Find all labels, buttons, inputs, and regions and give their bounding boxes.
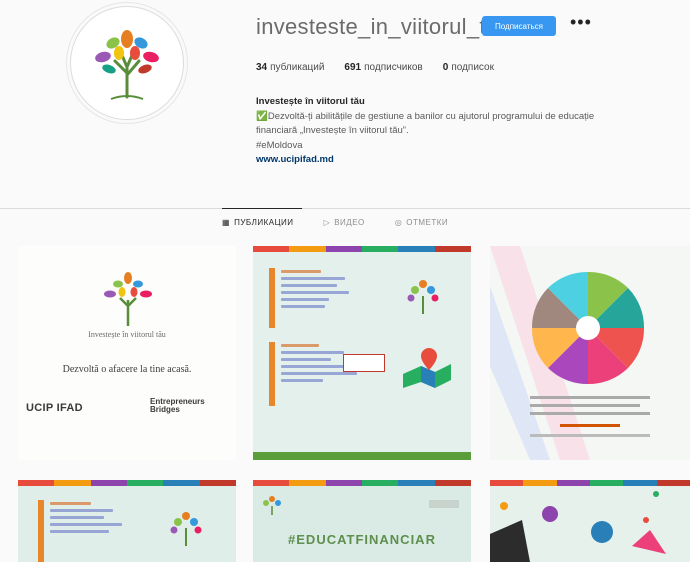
post-tile[interactable]: Investește în viitorul tău Dezvoltă o af…: [18, 246, 236, 460]
post-hashtag: #EDUCATFINANCIAR: [288, 532, 436, 547]
tree-logo-icon: [170, 512, 202, 546]
following-count[interactable]: 0 подписок: [443, 62, 494, 73]
profile-tabs: ▦ ПУБЛИКАЦИИ ▷ ВИДЕО ◎ ОТМЕТКИ: [222, 218, 448, 227]
tab-posts[interactable]: ▦ ПУБЛИКАЦИИ: [222, 218, 294, 227]
ucip-ifad-logo: [429, 500, 459, 508]
profile-avatar[interactable]: [70, 6, 184, 120]
posts-count[interactable]: 34 публикаций: [256, 62, 324, 73]
info-tag: [269, 268, 275, 328]
profile-username: investeste_in_viitorul_tau: [256, 14, 511, 39]
tree-logo-icon: [263, 496, 281, 515]
bio-hashtag[interactable]: #eMoldova: [256, 139, 686, 154]
ucip-ifad-logo: UCIP IFAD: [26, 402, 83, 414]
post-caption-top: Investește în viitorul tău: [88, 330, 166, 339]
tree-logo-icon: [104, 272, 152, 326]
post-tile[interactable]: [490, 480, 690, 562]
info-lines: [50, 502, 140, 537]
bio-line: ✅Dezvoltă-ți abilitățile de gestiune a b…: [256, 110, 595, 122]
instagram-profile: investeste_in_viitorul_tau Подписаться •…: [0, 0, 690, 562]
tab-tagged[interactable]: ◎ ОТМЕТКИ: [395, 218, 448, 227]
grid-icon: ▦: [222, 218, 231, 227]
color-stripe: [18, 480, 236, 486]
video-icon: ▷: [323, 218, 331, 227]
info-tag: [38, 500, 44, 562]
followers-count[interactable]: 691 подписчиков: [344, 62, 422, 73]
map-pin-icon: [403, 348, 451, 388]
bio-line: financiară „Investește în viitorul tău”.: [256, 125, 409, 136]
footer-bar: [253, 452, 471, 460]
bio-link[interactable]: www.ucipifad.md: [256, 153, 686, 168]
post-tile[interactable]: [490, 246, 690, 460]
profile-bio: Investește în viitorul tău ✅Dezvoltă-ți …: [256, 95, 686, 168]
entrepreneurs-bridges-logo: Entrepreneurs Bridges: [150, 397, 205, 414]
divider: [0, 208, 690, 209]
info-tag: [269, 342, 275, 406]
bio-name: Investește în viitorul tău: [256, 96, 365, 107]
post-caption-main: Dezvoltă o afacere la tine acasă.: [62, 364, 192, 375]
more-options-icon[interactable]: •••: [570, 12, 592, 33]
follow-button[interactable]: Подписаться: [482, 16, 556, 36]
info-lines: [281, 270, 361, 312]
profile-stats: 34 публикаций 691 подписчиков 0 подписок: [256, 62, 494, 73]
tree-logo-icon: [407, 280, 439, 314]
color-stripe: [253, 480, 471, 486]
post-tile[interactable]: #EDUCATFINANCIAR: [253, 480, 471, 562]
color-stripe: [253, 246, 471, 252]
tree-logo-icon: [95, 30, 159, 100]
wheel-infographic: [490, 246, 650, 460]
post-tile[interactable]: [253, 246, 471, 460]
shapes-illustration: [490, 491, 666, 562]
calendar-badge: [343, 354, 385, 372]
tag-icon: ◎: [394, 218, 403, 227]
tab-video[interactable]: ▷ ВИДЕО: [324, 218, 365, 227]
post-tile[interactable]: [18, 480, 236, 562]
active-tab-indicator: [222, 208, 302, 209]
